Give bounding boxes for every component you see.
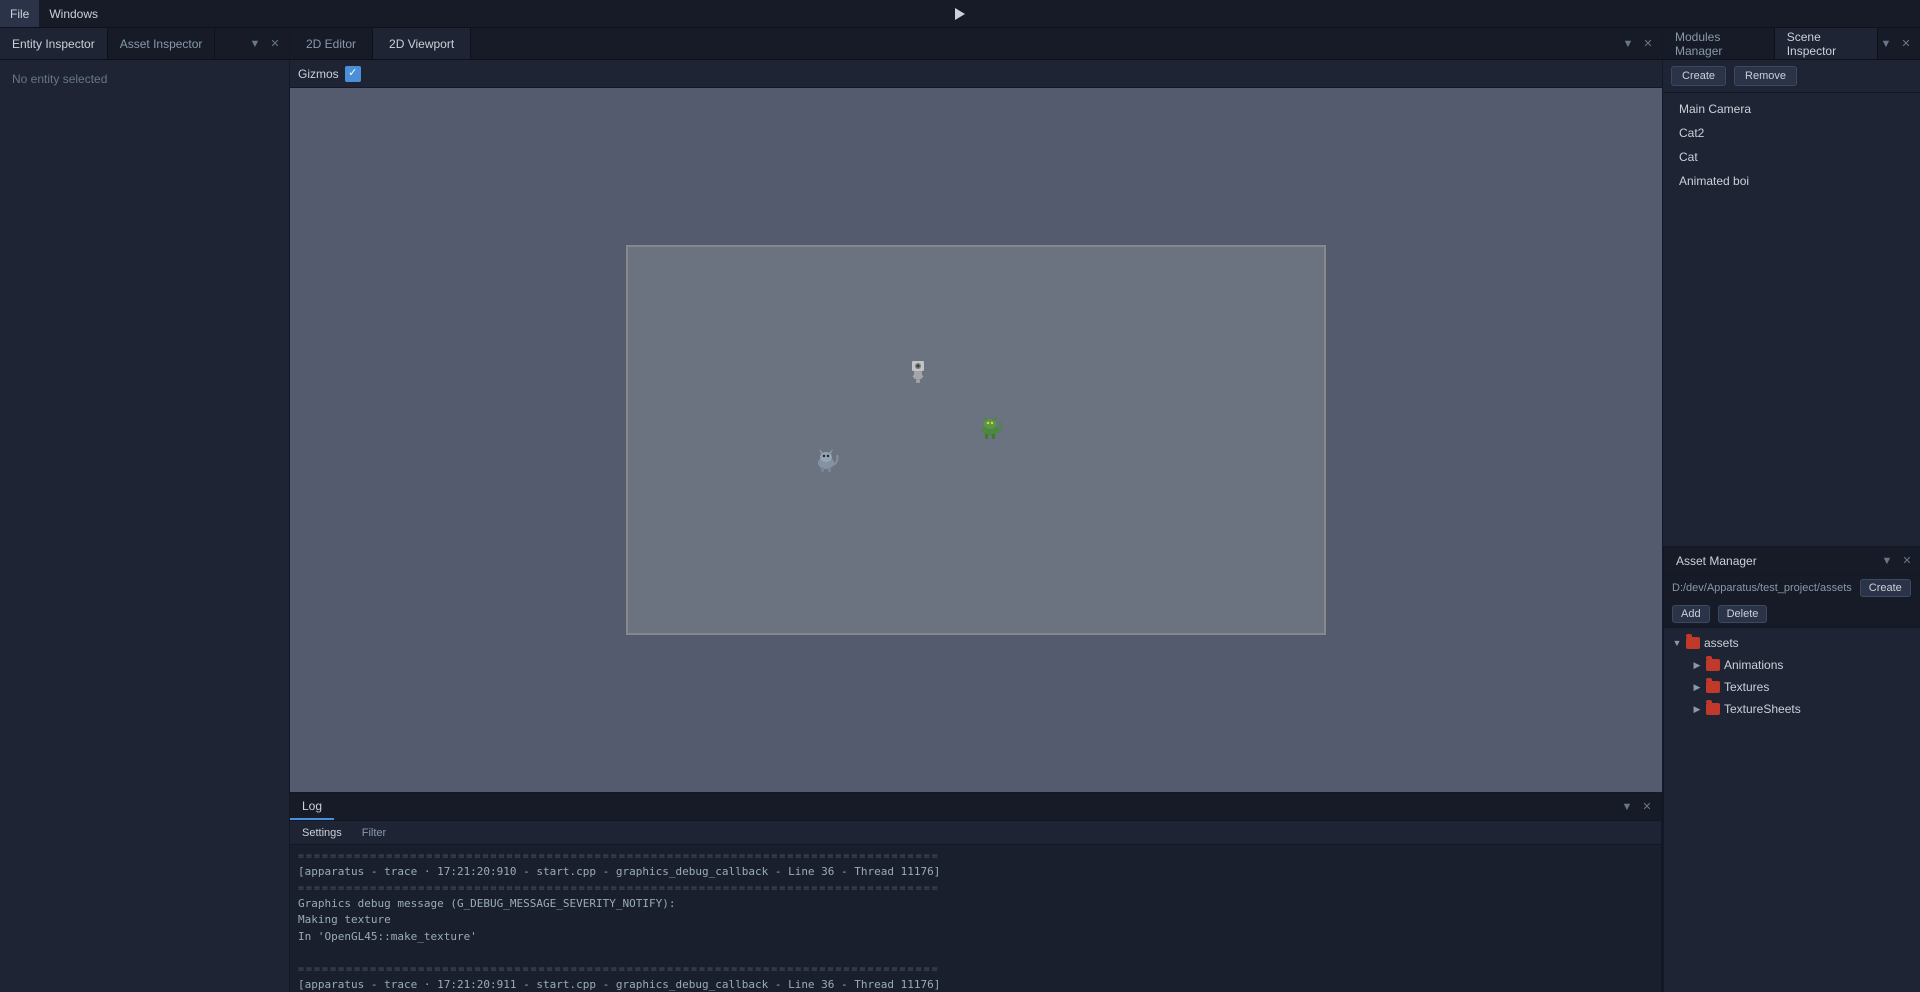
right-panel-tabs: Modules Manager Scene Inspector ▼ ✕ [1663,28,1920,60]
log-content: ========================================… [290,845,1661,992]
tree-label-texturesheets: TextureSheets [1724,702,1801,716]
log-trace-1: [apparatus - trace · 17:21:20:910 - star… [298,864,1653,881]
asset-add-btn[interactable]: Add [1672,605,1710,623]
close-icon[interactable]: ✕ [267,36,283,52]
log-msg-3: In 'OpenGL45::make_texture' [298,929,1653,946]
left-panel-controls: ▼ ✕ [247,36,289,52]
gizmos-bar: Gizmos ✓ [290,60,1662,88]
camera-sprite [906,357,930,387]
log-filter-icon[interactable]: ▼ [1619,799,1635,815]
tree-label-textures: Textures [1724,680,1769,694]
tab-entity-inspector[interactable]: Entity Inspector [0,28,108,59]
right-filter-icon[interactable]: ▼ [1878,36,1894,52]
tree-label-animations: Animations [1724,658,1783,672]
file-menu[interactable]: File [0,0,39,27]
tree-arrow-assets: ▼ [1672,638,1682,648]
scene-item-main-camera[interactable]: Main Camera [1663,97,1920,121]
center-tabs: 2D Editor 2D Viewport ▼ ✕ [290,28,1662,60]
right-panel-controls: ▼ ✕ [1878,36,1920,52]
scene-list: Main Camera Cat2 Cat Animated boi [1663,93,1920,546]
tree-item-assets[interactable]: ▼ assets [1664,632,1920,654]
gizmos-checkbox[interactable]: ✓ [345,66,361,82]
gray-cat-sprite [811,445,841,475]
log-panel: Log ▼ ✕ Settings Filter ================… [290,793,1662,992]
right-close-icon[interactable]: ✕ [1898,36,1914,52]
tab-asset-manager[interactable]: Asset Manager [1664,547,1769,574]
title-menus: File Windows [0,0,108,27]
asset-panel: Asset Manager ▼ ✕ D:/dev/Apparatus/test_… [1663,546,1920,992]
viewport-canvas [626,245,1326,635]
center-tab-controls: ▼ ✕ [1620,36,1662,52]
right-panel: Modules Manager Scene Inspector ▼ ✕ Crea… [1662,28,1920,992]
play-button[interactable] [948,2,972,26]
tab-2d-editor[interactable]: 2D Editor [290,28,373,59]
bottom-split: Log ▼ ✕ Settings Filter ================… [290,792,1662,992]
asset-tree: ▼ assets ▶ Animations ▶ Textures [1664,628,1920,992]
title-bar: File Windows [0,0,1920,28]
log-tab-controls: ▼ ✕ [1619,799,1661,815]
tree-item-texturesheets[interactable]: ▶ TextureSheets [1664,698,1920,720]
tab-modules-manager[interactable]: Modules Manager [1663,28,1775,59]
log-subtabs: Settings Filter [290,821,1661,845]
log-trace-2: [apparatus - trace · 17:21:20:911 - star… [298,977,1653,992]
tree-item-textures[interactable]: ▶ Textures [1664,676,1920,698]
center-panel: 2D Editor 2D Viewport ▼ ✕ Gizmos ✓ [290,28,1662,992]
asset-path-bar: D:/dev/Apparatus/test_project/assets Cre… [1664,575,1920,628]
asset-delete-btn[interactable]: Delete [1718,605,1768,623]
tab-2d-viewport[interactable]: 2D Viewport [373,28,471,59]
checkmark-icon: ✓ [348,68,357,79]
create-button[interactable]: Create [1671,66,1726,86]
green-cat-sprite [975,412,1005,442]
main-layout: Entity Inspector Asset Inspector ▼ ✕ No … [0,28,1920,992]
left-panel: Entity Inspector Asset Inspector ▼ ✕ No … [0,28,290,992]
scene-item-animated-boi[interactable]: Animated boi [1663,169,1920,193]
tab-asset-inspector[interactable]: Asset Inspector [108,28,216,59]
windows-menu[interactable]: Windows [39,0,108,27]
log-separator-2: ========================================… [298,881,1653,896]
tree-arrow-textures: ▶ [1692,682,1702,693]
tab-scene-inspector[interactable]: Scene Inspector [1775,28,1878,59]
asset-path: D:/dev/Apparatus/test_project/assets [1672,582,1852,594]
scene-toolbar: Create Remove [1663,60,1920,93]
folder-icon-textures [1706,681,1720,693]
log-msg-1: Graphics debug message (G_DEBUG_MESSAGE_… [298,896,1653,913]
asset-close-icon[interactable]: ✕ [1899,553,1915,569]
tree-arrow-animations: ▶ [1692,660,1702,671]
center-close-icon[interactable]: ✕ [1640,36,1656,52]
tab-log[interactable]: Log [290,793,334,820]
tree-label-assets: assets [1704,636,1739,650]
gizmos-label: Gizmos [298,67,339,81]
log-separator-1: ========================================… [298,849,1653,864]
filter-icon[interactable]: ▼ [247,36,263,52]
log-msg-2: Making texture [298,912,1653,929]
tree-item-animations[interactable]: ▶ Animations [1664,654,1920,676]
scene-item-cat[interactable]: Cat [1663,145,1920,169]
center-filter-icon[interactable]: ▼ [1620,36,1636,52]
asset-panel-tabs: Asset Manager ▼ ✕ [1664,547,1920,575]
folder-icon-animations [1706,659,1720,671]
asset-create-btn[interactable]: Create [1860,579,1911,597]
asset-panel-controls: ▼ ✕ [1879,553,1920,569]
play-icon [955,8,965,20]
log-settings-tab[interactable]: Settings [298,827,346,839]
tree-arrow-texturesheets: ▶ [1692,704,1702,715]
log-tabs: Log ▼ ✕ [290,793,1661,821]
folder-icon-texturesheets [1706,703,1720,715]
remove-button[interactable]: Remove [1734,66,1797,86]
log-separator-3: ========================================… [298,962,1653,977]
viewport-container: Gizmos ✓ [290,60,1662,992]
log-close-icon[interactable]: ✕ [1639,799,1655,815]
scene-item-cat2[interactable]: Cat2 [1663,121,1920,145]
asset-filter-icon[interactable]: ▼ [1879,553,1895,569]
entity-inspector-content: No entity selected [0,60,289,992]
log-filter-tab[interactable]: Filter [358,827,390,839]
no-entity-label: No entity selected [8,68,281,90]
left-panel-tabs: Entity Inspector Asset Inspector ▼ ✕ [0,28,289,60]
folder-icon-assets [1686,637,1700,649]
viewport-area[interactable] [290,88,1662,792]
